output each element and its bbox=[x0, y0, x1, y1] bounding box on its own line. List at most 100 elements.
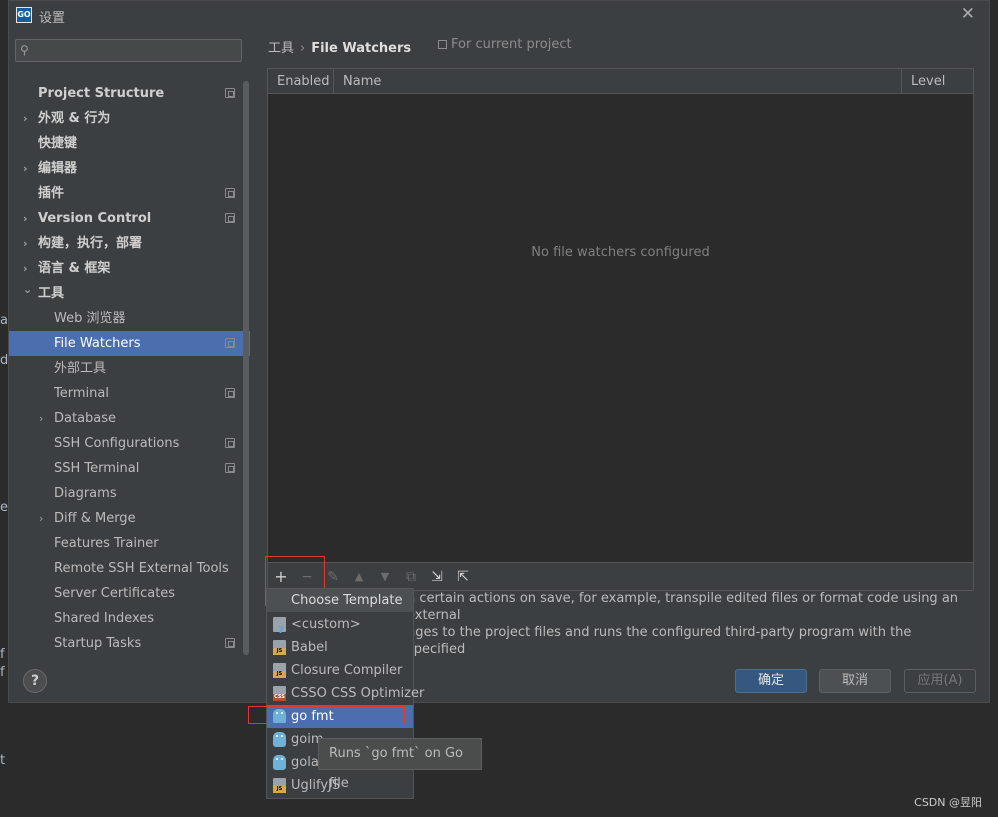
js-file-icon: JS bbox=[273, 640, 286, 655]
sidebar-item[interactable]: Remote SSH External Tools bbox=[9, 556, 250, 581]
sidebar-item-label: Diagrams bbox=[54, 486, 117, 501]
sidebar-item-label: 构建，执行，部署 bbox=[38, 236, 143, 251]
chevron-right-icon[interactable]: › bbox=[23, 206, 28, 231]
sidebar-item[interactable]: SSH Terminal bbox=[9, 456, 250, 481]
sidebar-item[interactable]: SSH Configurations bbox=[9, 431, 250, 456]
sidebar-item-label: 工具 bbox=[38, 286, 65, 301]
move-down-icon[interactable]: ▼ bbox=[375, 567, 395, 587]
sidebar-item[interactable]: File Watchers bbox=[9, 331, 250, 356]
chevron-right-icon[interactable]: › bbox=[23, 106, 28, 131]
sidebar-item-label: Project Structure bbox=[38, 86, 165, 101]
sidebar-item[interactable]: › 编辑器 bbox=[9, 156, 250, 181]
background-text-fragment: t bbox=[0, 753, 6, 768]
template-item-label: Babel bbox=[291, 640, 328, 655]
sidebar-item[interactable]: 快捷键 bbox=[9, 131, 250, 156]
sidebar-scrollbar[interactable] bbox=[243, 81, 249, 655]
chevron-right-icon[interactable]: › bbox=[39, 506, 43, 531]
move-up-icon[interactable]: ▲ bbox=[349, 567, 369, 587]
sidebar-item[interactable]: › 构建，执行，部署 bbox=[9, 231, 250, 256]
js-file-icon: JS bbox=[273, 778, 286, 793]
popup-header: Choose Template bbox=[267, 589, 413, 612]
watermark: CSDN @昱阳 bbox=[914, 796, 982, 809]
tooltip: Runs `go fmt` on Go file bbox=[318, 738, 482, 791]
sidebar-item[interactable]: Server Certificates bbox=[9, 581, 250, 606]
sidebar-item[interactable]: › Version Control bbox=[9, 206, 250, 231]
sidebar-item[interactable]: Diagrams bbox=[9, 481, 250, 506]
close-icon[interactable]: ✕ bbox=[961, 4, 975, 24]
search-input[interactable]: ⚲ bbox=[15, 39, 242, 62]
watchers-table: Enabled Name Level No file watchers conf… bbox=[267, 68, 974, 563]
scope-label: For current project bbox=[438, 37, 572, 52]
sidebar-item-label: Remote SSH External Tools bbox=[54, 561, 229, 576]
template-item[interactable]: JS Babel bbox=[267, 636, 413, 659]
sidebar-item[interactable]: › 外观 & 行为 bbox=[9, 106, 250, 131]
chevron-right-icon[interactable]: › bbox=[23, 231, 28, 256]
breadcrumb-parent[interactable]: 工具 bbox=[268, 41, 294, 56]
sidebar-item[interactable]: Shared Indexes bbox=[9, 606, 250, 631]
description-line: n certain actions on save, for example, … bbox=[407, 591, 959, 623]
template-item[interactable]: CSS CSSO CSS Optimizer bbox=[267, 682, 424, 705]
sidebar-item-label: Version Control bbox=[38, 211, 152, 226]
js-file-icon: JS bbox=[273, 663, 286, 678]
gopher-icon bbox=[273, 732, 286, 747]
edit-icon[interactable]: ✎ bbox=[323, 567, 343, 587]
sidebar-item-label: Diff & Merge bbox=[54, 511, 136, 526]
copy-icon[interactable]: ⧉ bbox=[401, 567, 421, 587]
sidebar-item[interactable]: › 语言 & 框架 bbox=[9, 256, 250, 281]
cancel-button[interactable]: 取消 bbox=[819, 669, 891, 693]
chevron-down-icon[interactable]: ⌄ bbox=[23, 277, 32, 302]
sidebar-item-label: Database bbox=[54, 411, 117, 426]
sidebar-item[interactable]: ⌄ 工具 bbox=[9, 281, 250, 306]
sidebar-item[interactable]: › Diff & Merge bbox=[9, 506, 250, 531]
sidebar-item-label: 外观 & 行为 bbox=[38, 111, 111, 126]
sidebar-item-label: SSH Configurations bbox=[54, 436, 180, 451]
project-scope-icon bbox=[225, 88, 235, 98]
sidebar-item[interactable]: Startup Tasks bbox=[9, 631, 250, 656]
sidebar-item[interactable]: 插件 bbox=[9, 181, 250, 206]
sidebar-item[interactable]: Project Structure bbox=[9, 81, 250, 106]
custom-icon: ? bbox=[273, 617, 286, 636]
project-scope-icon bbox=[225, 188, 235, 198]
template-item-label: Closure Compiler bbox=[291, 663, 403, 678]
sidebar-item-label: 插件 bbox=[38, 186, 65, 201]
project-scope-icon bbox=[225, 388, 235, 398]
sidebar-item-label: Server Certificates bbox=[54, 586, 176, 601]
sidebar-item[interactable]: › Database bbox=[9, 406, 250, 431]
settings-tree: Project Structure › 外观 & 行为 快捷键 › 编辑器 插件 › Versi… bbox=[9, 81, 250, 656]
description-text: n certain actions on save, for example, … bbox=[407, 590, 967, 658]
sidebar-item-label: SSH Terminal bbox=[54, 461, 140, 476]
help-button[interactable]: ? bbox=[23, 669, 47, 693]
breadcrumb-current: File Watchers bbox=[311, 41, 412, 56]
chevron-right-icon[interactable]: › bbox=[23, 156, 28, 181]
column-name[interactable]: Name bbox=[334, 69, 902, 94]
import-icon[interactable]: ⇲ bbox=[427, 567, 447, 587]
sidebar-item-label: 编辑器 bbox=[38, 161, 78, 176]
template-item[interactable]: ? <custom> bbox=[267, 613, 413, 636]
column-enabled[interactable]: Enabled bbox=[268, 69, 334, 94]
apply-button[interactable]: 应用(A) bbox=[904, 669, 976, 693]
gopher-icon bbox=[273, 755, 286, 770]
sidebar-item[interactable]: Terminal bbox=[9, 381, 250, 406]
title-bar: GO 设置 ✕ bbox=[9, 1, 989, 29]
sidebar-item[interactable]: Web 浏览器 bbox=[9, 306, 250, 331]
breadcrumb-separator: › bbox=[300, 41, 306, 56]
template-item-label: CSSO CSS Optimizer bbox=[291, 686, 425, 701]
sidebar-item[interactable]: 外部工具 bbox=[9, 356, 250, 381]
table-toolbar: + − ✎ ▲ ▼ ⧉ ⇲ ⇱ bbox=[267, 563, 974, 591]
sidebar-item-label: Shared Indexes bbox=[54, 611, 155, 626]
search-icon: ⚲ bbox=[20, 43, 29, 57]
sidebar-item-label: Features Trainer bbox=[54, 536, 159, 551]
template-item[interactable]: JS Closure Compiler bbox=[267, 659, 413, 682]
dialog-title: 设置 bbox=[39, 11, 66, 26]
sidebar-item[interactable]: Features Trainer bbox=[9, 531, 250, 556]
export-icon[interactable]: ⇱ bbox=[453, 567, 473, 587]
settings-sidebar: ⚲ Project Structure › 外观 & 行为 快捷键 › 编辑器 插件 › Ver… bbox=[9, 29, 250, 657]
column-level[interactable]: Level bbox=[902, 69, 974, 94]
chevron-right-icon[interactable]: › bbox=[39, 406, 43, 431]
project-scope-icon bbox=[225, 638, 235, 648]
css-file-icon: CSS bbox=[273, 686, 286, 701]
ok-button[interactable]: 确定 bbox=[735, 669, 807, 693]
project-scope-icon bbox=[225, 338, 235, 348]
template-item-label: <custom> bbox=[291, 617, 361, 632]
settings-dialog: GO 设置 ✕ ⚲ Project Structure › 外观 & 行为 快捷键 › 编… bbox=[8, 0, 990, 703]
